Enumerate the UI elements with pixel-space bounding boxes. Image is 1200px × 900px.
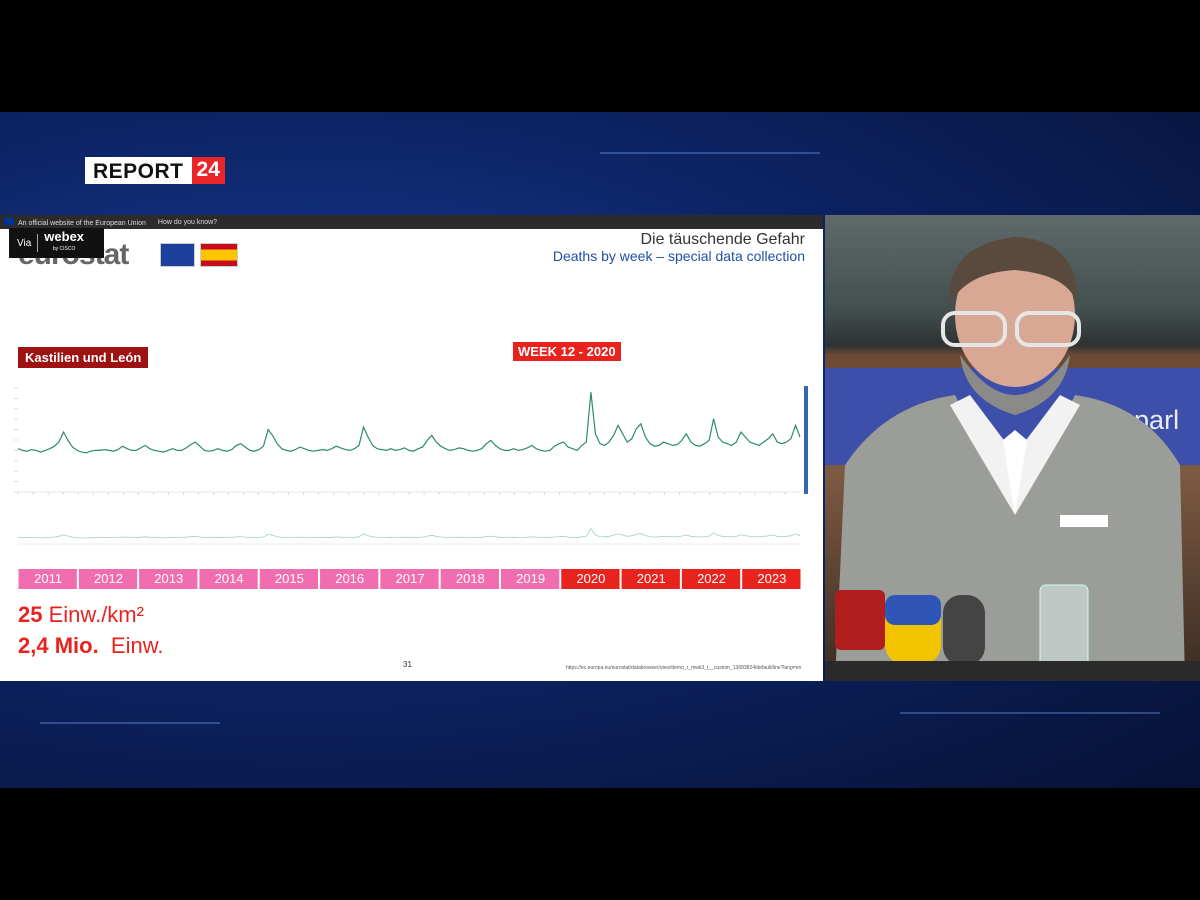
microphone-icon (943, 595, 985, 665)
webex-divider (37, 234, 39, 252)
year-label: 2014 (215, 571, 244, 586)
desk (825, 661, 1200, 681)
slide-subtitle: Deaths by week – special data collection (552, 248, 805, 264)
year-label: 2013 (154, 571, 183, 586)
decor-streak (600, 152, 820, 154)
report24-logo: REPORT 24 (85, 157, 225, 184)
year-label: 2012 (94, 571, 123, 586)
year-label: 2011 (34, 571, 62, 586)
webex-badge: Via webex by CISCO (9, 228, 104, 258)
logo-text-24: 24 (191, 157, 225, 184)
eu-official-bar: An official website of the European Unio… (0, 215, 823, 229)
deaths-line-chart: 2011 2012 2013 2014 2015 2016 2017 2018 2019 2020… (14, 386, 808, 589)
year-label: 2020 (576, 571, 605, 586)
eu-flag-icon (160, 243, 195, 267)
eu-flag-icon (4, 217, 14, 225)
microphone-icon (835, 590, 885, 650)
microphone-icon (885, 595, 941, 625)
series-line (17, 392, 801, 454)
slide-page-number: 31 (403, 660, 412, 669)
stream-frame: REPORT 24 An official website of the Eur… (0, 0, 1200, 900)
year-label: 2021 (637, 571, 666, 586)
pocket-square (1060, 515, 1108, 527)
webex-via: Via (17, 237, 32, 249)
how-do-you-know-link[interactable]: How do you know? (158, 219, 217, 226)
population-total: 2,4 Mio. Einw. (18, 633, 164, 658)
webex-logo: webex by CISCO (44, 229, 85, 252)
year-label: 2015 (275, 571, 304, 586)
year-label: 2019 (516, 571, 545, 586)
decor-streak (40, 722, 220, 724)
region-label: Kastilien und León (18, 347, 149, 368)
spain-flag-icon (200, 243, 238, 267)
year-label: 2023 (757, 571, 786, 586)
decor-streak (900, 712, 1160, 714)
logo-text-report: REPORT (85, 157, 192, 184)
overview-line (17, 527, 801, 539)
speaker-figure (825, 237, 1200, 681)
accent-bar (804, 386, 808, 494)
source-url: https://ec.europa.eu/eurostat/databrowse… (566, 665, 802, 671)
year-label: 2017 (396, 571, 425, 586)
highlight-label: WEEK 12 - 2020 (513, 342, 621, 361)
year-label: 2022 (697, 571, 726, 586)
year-label: 2018 (456, 571, 485, 586)
year-label: 2016 (335, 571, 364, 586)
eu-official-text: An official website of the European Unio… (4, 217, 146, 227)
water-glass-icon (1039, 584, 1089, 668)
slide-title: Die täuschende Gefahr (640, 231, 805, 248)
population-density: 25 Einw./km² (18, 602, 144, 627)
speaker-video: europarl (825, 215, 1200, 681)
